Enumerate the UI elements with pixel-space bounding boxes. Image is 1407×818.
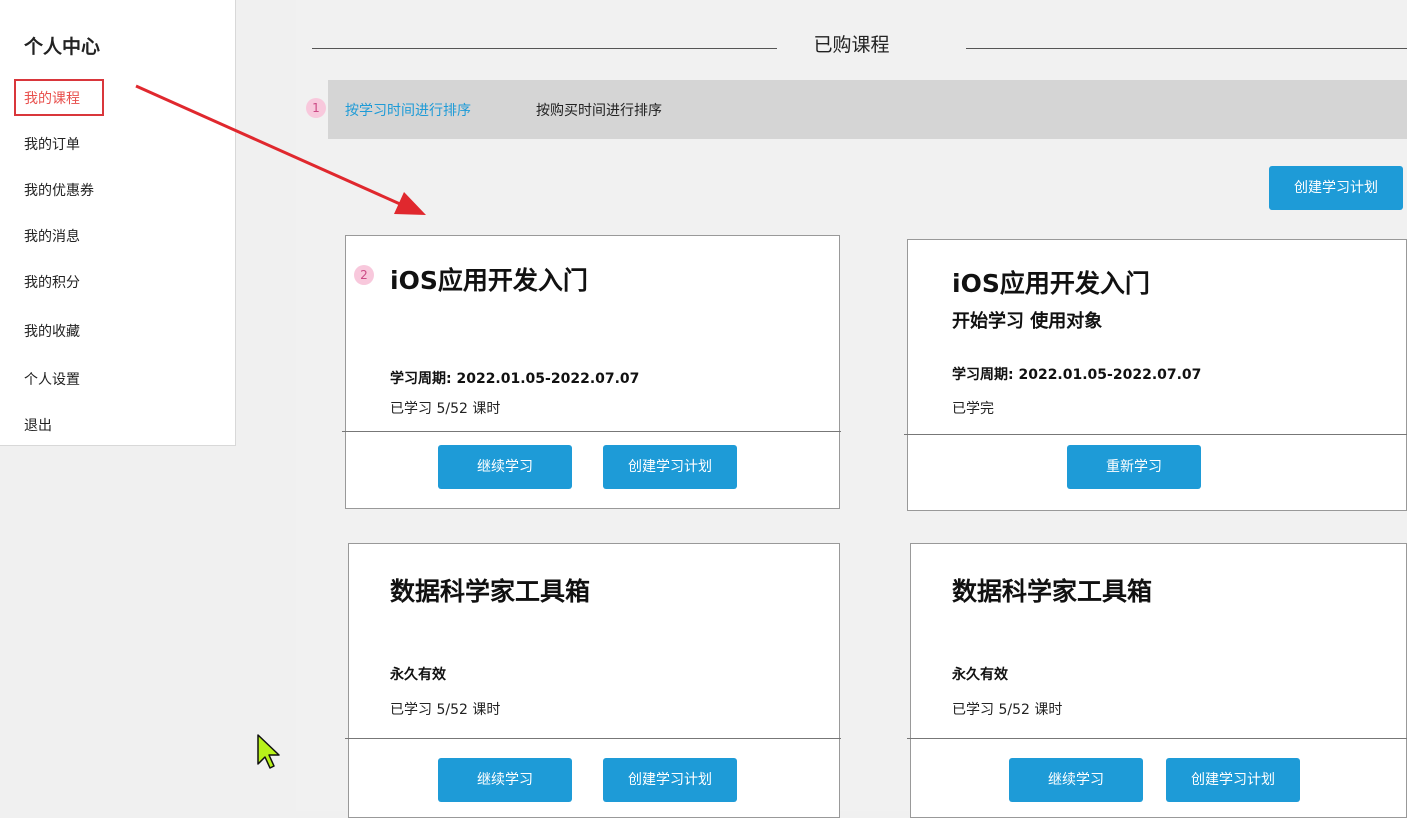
- course-title[interactable]: 数据科学家工具箱: [952, 572, 1152, 608]
- title-divider-right: [966, 48, 1407, 49]
- create-plan-button[interactable]: 创建学习计划: [1269, 166, 1403, 210]
- continue-learning-button[interactable]: 继续学习: [1009, 758, 1143, 802]
- sidebar-item-my-favorites[interactable]: 我的收藏: [24, 321, 80, 341]
- sidebar-item-my-orders[interactable]: 我的订单: [24, 134, 80, 154]
- course-period: 学习周期: 2022.01.05-2022.07.07: [390, 371, 640, 387]
- card-divider: [907, 738, 1407, 739]
- main-content: 已购课程 1 按学习时间进行排序 按购买时间进行排序 创建学习计划 2 iOS应…: [296, 0, 1407, 818]
- sort-bar: [328, 80, 1407, 139]
- course-progress: 已学习 5/52 课时: [390, 702, 501, 718]
- sidebar-item-my-messages[interactable]: 我的消息: [24, 226, 80, 246]
- sidebar-item-my-coupons[interactable]: 我的优惠券: [24, 180, 94, 200]
- step-badge-2: 2: [354, 265, 374, 285]
- sidebar-item-my-courses[interactable]: 我的课程: [24, 88, 80, 108]
- course-progress: 已学习 5/52 课时: [390, 401, 501, 417]
- continue-learning-button[interactable]: 继续学习: [438, 758, 572, 802]
- create-plan-button[interactable]: 创建学习计划: [603, 445, 737, 489]
- card-divider: [342, 431, 841, 432]
- sidebar-item-logout[interactable]: 退出: [24, 415, 52, 435]
- sort-by-study-time-link[interactable]: 按学习时间进行排序: [345, 100, 471, 120]
- mouse-cursor-icon: [257, 734, 280, 769]
- course-progress: 已学习 5/52 课时: [952, 702, 1063, 718]
- course-title[interactable]: iOS应用开发入门: [390, 261, 588, 297]
- course-period: 永久有效: [390, 667, 446, 683]
- card-divider: [345, 738, 841, 739]
- step-badge-1: 1: [306, 98, 326, 118]
- course-card: 数据科学家工具箱 永久有效 已学习 5/52 课时 继续学习 创建学习计划: [907, 543, 1407, 818]
- course-title[interactable]: iOS应用开发入门: [952, 264, 1150, 300]
- create-plan-button[interactable]: 创建学习计划: [603, 758, 737, 802]
- course-progress: 已学完: [952, 401, 994, 417]
- restart-learning-button[interactable]: 重新学习: [1067, 445, 1201, 489]
- page-title: 已购课程: [813, 34, 890, 56]
- course-period: 学习周期: 2022.01.05-2022.07.07: [952, 367, 1202, 383]
- sidebar-title: 个人中心: [24, 36, 101, 58]
- sidebar-item-settings[interactable]: 个人设置: [24, 369, 80, 389]
- course-subtitle: 开始学习 使用对象: [952, 311, 1103, 332]
- continue-learning-button[interactable]: 继续学习: [438, 445, 572, 489]
- sort-by-purchase-time-link[interactable]: 按购买时间进行排序: [536, 100, 662, 120]
- card-divider: [904, 434, 1407, 435]
- course-title[interactable]: 数据科学家工具箱: [390, 572, 590, 608]
- course-period: 永久有效: [952, 667, 1008, 683]
- sidebar: 个人中心 我的课程 我的订单 我的优惠券 我的消息 我的积分 我的收藏 个人设置…: [0, 0, 236, 446]
- course-card: iOS应用开发入门 开始学习 使用对象 学习周期: 2022.01.05-202…: [904, 239, 1407, 511]
- sidebar-item-my-points[interactable]: 我的积分: [24, 272, 80, 292]
- course-card: 数据科学家工具箱 永久有效 已学习 5/52 课时 继续学习 创建学习计划: [345, 543, 841, 818]
- create-plan-button[interactable]: 创建学习计划: [1166, 758, 1300, 802]
- course-card: 2 iOS应用开发入门 学习周期: 2022.01.05-2022.07.07 …: [342, 235, 841, 509]
